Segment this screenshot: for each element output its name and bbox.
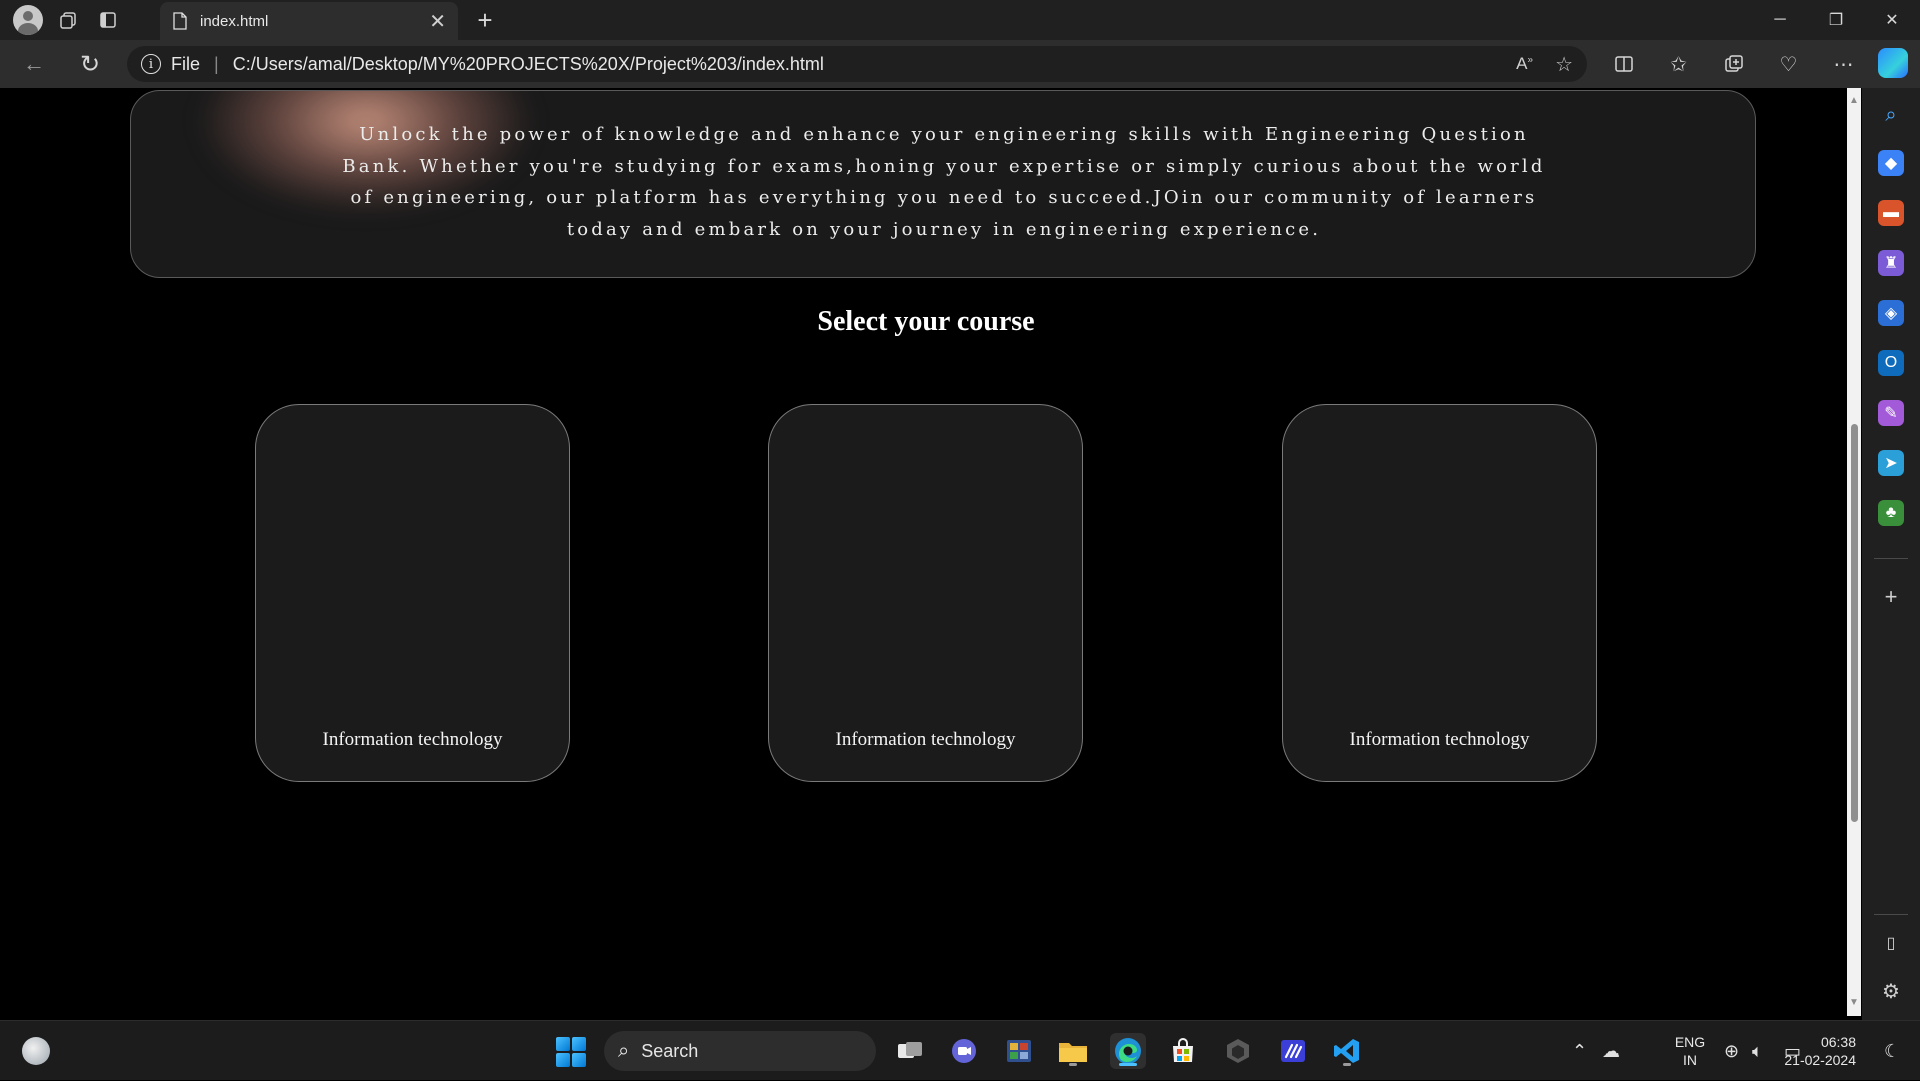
drop-send-icon[interactable]: ➤ (1878, 450, 1904, 476)
running-indicator (1069, 1063, 1077, 1066)
language-code: ENG (1674, 1034, 1706, 1050)
address-bar[interactable]: i File | C:/Users/amal/Desktop/MY%20PROJ… (127, 46, 1587, 82)
page-file-icon (173, 12, 187, 30)
sidebar-settings-gear-icon[interactable]: ⚙ (1878, 978, 1904, 1004)
browser-tab-active[interactable]: index.html ✕ (160, 2, 458, 40)
microsoft-store-icon[interactable] (1165, 1033, 1201, 1069)
tree-icon[interactable]: ♣ (1878, 500, 1904, 526)
vertical-tabs-icon[interactable] (88, 0, 128, 40)
file-explorer-icon[interactable] (1055, 1033, 1091, 1069)
close-window-icon[interactable]: ✕ (1864, 0, 1920, 40)
add-sidebar-app-icon[interactable]: + (1878, 584, 1904, 610)
show-hidden-icons-chevron-icon[interactable]: ⌃ (1572, 1041, 1587, 1062)
vs-code-icon[interactable] (1329, 1033, 1365, 1069)
start-menu-windows-icon[interactable] (556, 1037, 586, 1067)
photo-app-icon[interactable] (1001, 1033, 1037, 1069)
window-controls: ─ ❐ ✕ (1752, 0, 1920, 40)
sidebar-divider (1874, 914, 1908, 915)
edge-browser-icon[interactable] (1110, 1033, 1146, 1069)
workspaces-icon[interactable] (48, 0, 88, 40)
browser-toolbar: ← ↻ i File | C:/Users/amal/Desktop/MY%20… (0, 40, 1920, 88)
onedrive-cloud-icon[interactable]: ☁ (1602, 1041, 1620, 1062)
read-aloud-icon[interactable]: A» (1516, 54, 1533, 74)
hide-sidebar-icon[interactable]: ▯ (1878, 930, 1904, 956)
sidebar-divider (1874, 558, 1908, 559)
running-indicator (1343, 1063, 1351, 1066)
page-scrollbar[interactable]: ▲ ▼ (1847, 88, 1861, 1016)
toolbar-actions: ✩ ♡ ⋯ (1596, 44, 1871, 84)
notifications-moon-icon[interactable]: ☾ (1884, 1041, 1900, 1062)
more-menu-icon[interactable]: ⋯ (1816, 52, 1871, 77)
designer-icon[interactable]: ✎ (1878, 400, 1904, 426)
profile-avatar-icon (13, 5, 43, 35)
course-card-label: Information technology (1349, 729, 1530, 750)
search-icon: ⌕ (618, 1039, 630, 1062)
scroll-up-arrow-icon[interactable]: ▲ (1849, 96, 1859, 106)
web-page: Unlock the power of knowledge and enhanc… (6, 88, 1846, 1016)
clock-time: 06:38 (1820, 1034, 1856, 1050)
favorites-icon[interactable]: ✩ (1651, 52, 1706, 77)
tools-briefcase-icon[interactable]: ▬ (1878, 200, 1904, 226)
teams-chat-icon[interactable] (946, 1033, 982, 1069)
hero-intro-text: Unlock the power of knowledge and enhanc… (342, 124, 1546, 240)
scrollbar-thumb[interactable] (1851, 424, 1858, 822)
minimize-icon[interactable]: ─ (1752, 0, 1808, 40)
address-scheme-label: File (171, 53, 201, 74)
network-globe-icon[interactable]: ⊕ (1724, 1041, 1739, 1062)
url-text[interactable]: C:/Users/amal/Desktop/MY%20PROJECTS%20X/… (233, 54, 824, 75)
windows-taskbar: ⌕ Search ⌃ ☁ ENG IN ⊕ 🔈︎ ▭ 06:38 21-02-2… (0, 1020, 1920, 1080)
browser-sidebar: ⌕ ◆ ▬ ♜ ◈ O ✎ ➤ ♣ + ▯ ⚙ (1862, 88, 1920, 1020)
section-title: Select your course (817, 306, 1035, 337)
active-app-indicator (1119, 1063, 1137, 1066)
tab-close-icon[interactable]: ✕ (429, 9, 446, 34)
games-icon[interactable]: ♜ (1878, 250, 1904, 276)
unity-hub-icon[interactable] (1220, 1033, 1256, 1069)
weather-widget-icon[interactable] (22, 1037, 50, 1065)
address-separator: | (214, 53, 219, 74)
shopping-tag-icon[interactable]: ◆ (1878, 150, 1904, 176)
split-screen-icon[interactable] (1596, 54, 1651, 74)
hero-banner: Unlock the power of knowledge and enhanc… (130, 90, 1756, 278)
collections-icon[interactable] (1706, 54, 1761, 74)
course-card[interactable]: Information technology (255, 404, 570, 782)
input-language-indicator[interactable]: ENG IN (1670, 1033, 1710, 1069)
site-info-icon[interactable]: i (141, 54, 161, 74)
profile-button[interactable] (8, 0, 48, 40)
favorite-star-icon[interactable]: ☆ (1555, 52, 1573, 77)
taskbar-clock[interactable]: 06:38 21-02-2024 (1764, 1033, 1856, 1069)
tab-title: index.html (200, 12, 269, 30)
task-view-icon[interactable] (892, 1033, 928, 1069)
outlook-icon[interactable]: O (1878, 350, 1904, 376)
course-card[interactable]: Information technology (1282, 404, 1597, 782)
new-tab-button[interactable]: + (468, 4, 502, 36)
clock-date: 21-02-2024 (1784, 1052, 1856, 1068)
search-icon[interactable]: ⌕ (1878, 102, 1904, 128)
region-code: IN (1683, 1052, 1697, 1068)
reload-icon[interactable]: ↻ (70, 44, 110, 84)
back-arrow-icon[interactable]: ← (14, 44, 54, 84)
microsoft-365-icon[interactable]: ◈ (1878, 300, 1904, 326)
restore-icon[interactable]: ❐ (1808, 0, 1864, 40)
browser-essentials-icon[interactable]: ♡ (1761, 52, 1816, 77)
volume-icon[interactable]: 🔈︎ (1752, 1041, 1763, 1062)
course-card-label: Information technology (322, 729, 503, 750)
address-actions: A» ☆ (1516, 46, 1573, 82)
copilot-icon[interactable] (1878, 48, 1908, 78)
scroll-down-arrow-icon[interactable]: ▼ (1849, 998, 1859, 1008)
taskbar-search-label: Search (641, 1040, 699, 1061)
taskbar-search[interactable]: ⌕ Search (604, 1031, 876, 1071)
course-card[interactable]: Information technology (768, 404, 1083, 782)
course-card-label: Information technology (835, 729, 1016, 750)
browser-title-bar: index.html ✕ + ─ ❐ ✕ (0, 0, 1920, 40)
code-editor-icon[interactable] (1275, 1033, 1311, 1069)
